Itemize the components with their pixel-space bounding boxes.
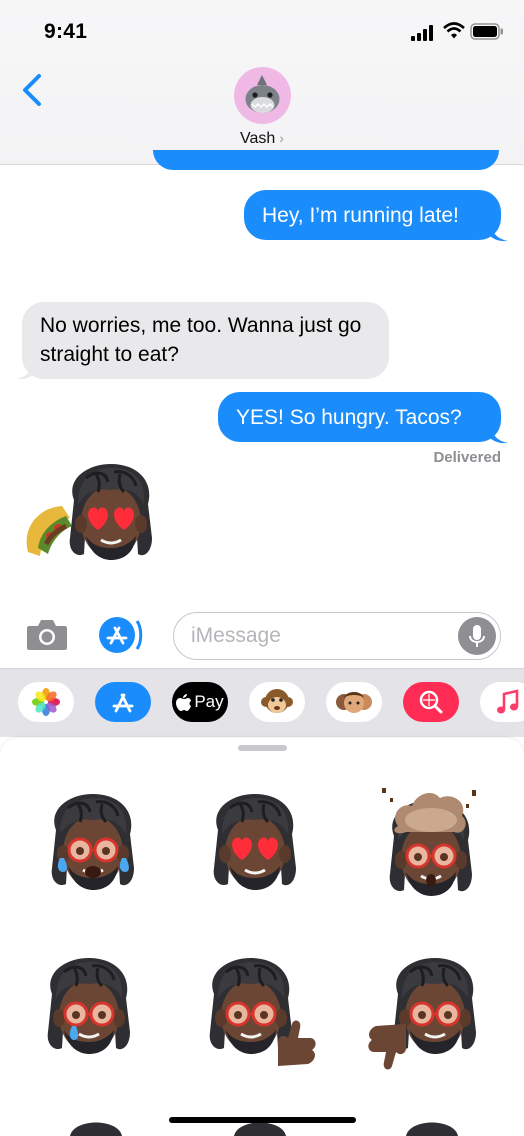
outgoing-message[interactable]: YES! So hungry. Tacos? xyxy=(218,392,501,442)
memoji-sticker-partial[interactable] xyxy=(402,1114,462,1136)
cellular-signal-icon xyxy=(411,25,433,41)
battery-icon xyxy=(470,23,503,40)
web-images-search-icon[interactable] xyxy=(403,682,459,722)
message-text: YES! So hungry. Tacos? xyxy=(236,405,462,429)
outgoing-message[interactable]: Hey, I’m running late! xyxy=(244,190,501,240)
memoji-heart-eyes-sticker[interactable] xyxy=(200,786,310,898)
app-store-icon[interactable] xyxy=(98,616,146,654)
message-text: No worries, me too. Wanna just go straig… xyxy=(40,314,362,366)
shark-memoji-icon xyxy=(245,75,280,113)
microphone-button[interactable] xyxy=(458,617,496,655)
memoji-sticker-partial[interactable] xyxy=(66,1114,126,1136)
memoji-crying-sticker[interactable] xyxy=(34,950,144,1062)
camera-icon[interactable] xyxy=(25,616,69,652)
previous-message-bubble xyxy=(153,150,499,170)
memoji-thumbs-up-sticker[interactable] xyxy=(196,950,322,1070)
contact-name-button[interactable]: Vash › xyxy=(0,130,524,148)
incoming-message[interactable]: No worries, me too. Wanna just go straig… xyxy=(22,302,389,379)
apple-pay-label: Pay xyxy=(194,692,224,711)
microphone-icon xyxy=(469,625,485,647)
message-text: Hey, I’m running late! xyxy=(262,203,459,227)
app-store-icon[interactable] xyxy=(95,682,151,722)
bubble-tail xyxy=(490,222,508,242)
contact-name: Vash xyxy=(240,130,276,147)
home-indicator[interactable] xyxy=(169,1117,356,1123)
status-time: 9:41 xyxy=(44,20,88,43)
bubble-tail xyxy=(16,360,34,380)
wifi-icon xyxy=(443,22,465,39)
memoji-heart-eyes-sticker[interactable] xyxy=(56,456,166,568)
back-chevron-icon[interactable] xyxy=(20,72,44,108)
contact-avatar[interactable] xyxy=(234,67,291,124)
panel-grabber[interactable] xyxy=(238,745,287,751)
chevron-right-icon: › xyxy=(279,130,284,146)
apple-pay-icon[interactable]: Pay xyxy=(172,682,228,722)
photos-app-icon[interactable] xyxy=(18,682,74,722)
animoji-monkey-icon[interactable] xyxy=(249,682,305,722)
apple-logo-icon xyxy=(176,694,192,711)
memoji-mind-blown-sticker[interactable] xyxy=(376,780,486,904)
bubble-tail xyxy=(490,424,508,444)
memoji-thumbs-down-sticker[interactable] xyxy=(364,950,490,1080)
memoji-crying-laughing-sticker[interactable] xyxy=(38,786,148,898)
message-input[interactable]: iMessage xyxy=(173,612,501,660)
message-input-placeholder: iMessage xyxy=(191,624,281,647)
memoji-stickers-icon[interactable] xyxy=(326,682,382,722)
music-app-icon[interactable] xyxy=(480,682,524,722)
